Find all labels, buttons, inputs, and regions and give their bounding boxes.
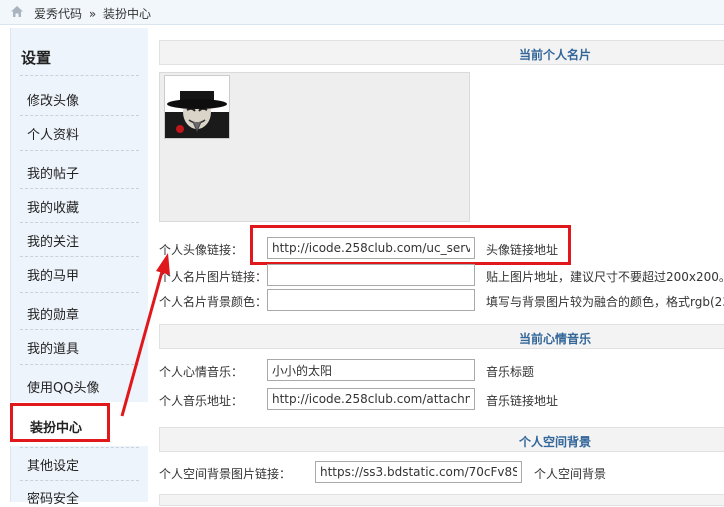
card-image-input[interactable] bbox=[267, 264, 475, 286]
sidebar-divider bbox=[20, 188, 139, 189]
avatar-image bbox=[165, 76, 229, 138]
sidebar-item-following[interactable]: 我的关注 bbox=[27, 231, 79, 250]
music-url-hint: 音乐链接地址 bbox=[486, 394, 559, 408]
section-header-next bbox=[159, 494, 724, 506]
space-bg-image-input[interactable] bbox=[315, 461, 522, 483]
section-header-music: 当前心情音乐 bbox=[159, 324, 724, 349]
card-bg-color-input[interactable] bbox=[267, 289, 475, 311]
sidebar-title: 设置 bbox=[21, 49, 52, 67]
sidebar-divider bbox=[20, 150, 139, 151]
sidebar-item-profile[interactable]: 个人资料 bbox=[27, 124, 79, 143]
avatar-url-label: 个人头像链接： bbox=[159, 243, 244, 257]
sidebar-divider bbox=[20, 447, 139, 448]
sidebar-item-password[interactable]: 密码安全 bbox=[27, 488, 79, 507]
breadcrumb-bar: 爱秀代码 » 装扮中心 bbox=[0, 0, 724, 25]
space-bg-image-hint: 个人空间背景 bbox=[534, 467, 607, 481]
sidebar-divider bbox=[20, 115, 139, 116]
breadcrumb: 爱秀代码 » 装扮中心 bbox=[34, 5, 151, 22]
music-url-input[interactable] bbox=[267, 388, 475, 410]
avatar-url-hint: 头像链接地址 bbox=[486, 243, 559, 257]
mood-music-input[interactable] bbox=[267, 359, 475, 381]
card-bg-color-label: 个人名片背景颜色： bbox=[159, 295, 268, 309]
section-header-card: 当前个人名片 bbox=[159, 40, 724, 65]
section-title-card: 当前个人名片 bbox=[518, 48, 591, 62]
section-title-background: 个人空间背景 bbox=[518, 435, 591, 449]
highlight-box-sidebar bbox=[10, 403, 110, 442]
sidebar-item-other-settings[interactable]: 其他设定 bbox=[27, 455, 79, 474]
sidebar-divider bbox=[20, 329, 139, 330]
space-bg-image-label: 个人空间背景图片链接： bbox=[159, 467, 292, 481]
sidebar-item-favorites[interactable]: 我的收藏 bbox=[27, 197, 79, 216]
sidebar-divider bbox=[20, 75, 139, 76]
breadcrumb-separator: » bbox=[88, 7, 97, 21]
mood-music-label: 个人心情音乐： bbox=[159, 365, 244, 379]
sidebar-divider bbox=[20, 222, 139, 223]
sidebar-item-alt-accounts[interactable]: 我的马甲 bbox=[27, 265, 79, 284]
sidebar-divider bbox=[20, 480, 139, 481]
sidebar-item-qq-avatar[interactable]: 使用QQ头像 bbox=[27, 377, 99, 396]
card-image-label: 个人名片图片链接： bbox=[159, 270, 268, 284]
sidebar-item-medals[interactable]: 我的勋章 bbox=[27, 304, 79, 323]
sidebar-item-change-avatar[interactable]: 修改头像 bbox=[27, 90, 79, 109]
avatar-url-input[interactable] bbox=[267, 237, 475, 259]
section-header-background: 个人空间背景 bbox=[159, 427, 724, 452]
card-bg-color-hint: 填写与背景图片较为融合的颜色，格式rgb(23 bbox=[486, 295, 724, 309]
sidebar-divider bbox=[20, 292, 139, 293]
music-url-label: 个人音乐地址： bbox=[159, 394, 244, 408]
breadcrumb-current: 装扮中心 bbox=[103, 7, 152, 21]
breadcrumb-site-link[interactable]: 爱秀代码 bbox=[34, 7, 82, 21]
mood-music-hint: 音乐标题 bbox=[486, 365, 535, 379]
card-image-hint: 贴上图片地址，建议尺寸不要超过200x200。 bbox=[486, 270, 724, 284]
sidebar-divider bbox=[20, 256, 139, 257]
avatar bbox=[164, 75, 230, 139]
home-icon[interactable] bbox=[10, 5, 24, 18]
section-title-music: 当前心情音乐 bbox=[518, 332, 591, 346]
sidebar-divider bbox=[20, 364, 139, 365]
sidebar-item-props[interactable]: 我的道具 bbox=[27, 338, 79, 357]
sidebar-item-posts[interactable]: 我的帖子 bbox=[27, 163, 79, 182]
